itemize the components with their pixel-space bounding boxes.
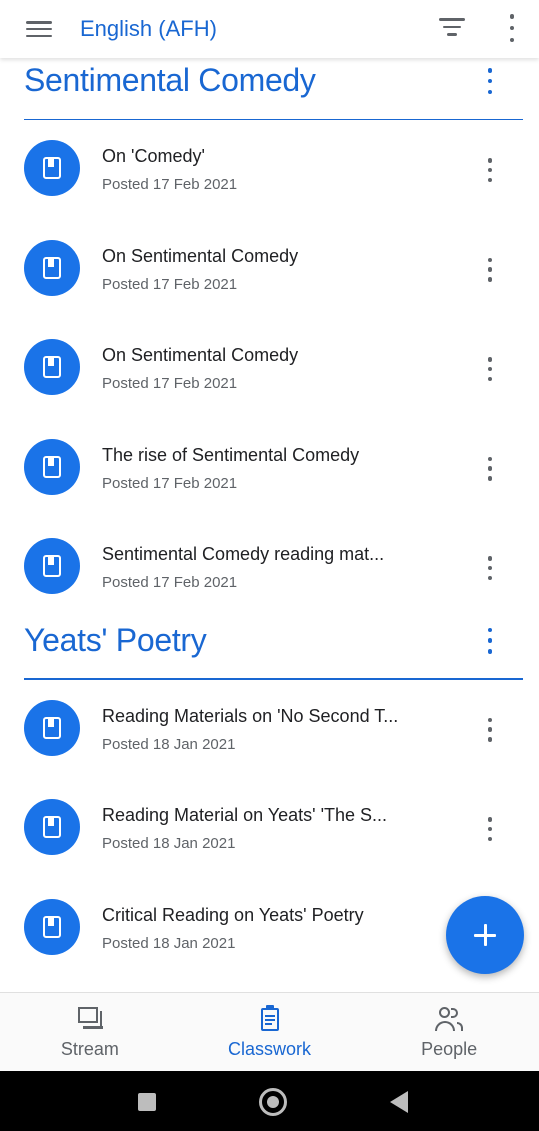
class-title: English (AFH) — [80, 16, 217, 41]
material-title: The rise of Sentimental Comedy — [102, 444, 360, 465]
topic-more-icon[interactable] — [483, 68, 497, 94]
system-navigation-bar — [0, 1071, 539, 1131]
material-date: Posted 18 Jan 2021 — [102, 835, 236, 852]
material-icon — [24, 799, 80, 855]
item-more-icon[interactable] — [483, 817, 497, 841]
material-date: Posted 17 Feb 2021 — [102, 176, 238, 193]
nav-stream[interactable]: Stream — [0, 993, 180, 1071]
filter-icon[interactable] — [438, 18, 466, 40]
material-title: On Sentimental Comedy — [102, 345, 299, 365]
material-title: Critical Reading on Yeats' Poetry — [102, 904, 364, 925]
topic-header: Yeats' Poetry — [0, 618, 539, 680]
material-date: Posted 18 Jan 2021 — [102, 735, 236, 753]
material-icon — [24, 140, 80, 196]
material-item[interactable]: Reading Materials on 'No Second T... Pos… — [0, 680, 539, 780]
topic-more-icon[interactable] — [483, 627, 497, 654]
item-more-icon[interactable] — [483, 456, 497, 481]
home-icon[interactable] — [259, 1088, 287, 1116]
more-vert-icon[interactable] — [505, 14, 519, 42]
recents-icon[interactable] — [138, 1093, 156, 1111]
item-more-icon[interactable] — [483, 158, 497, 182]
material-title: On Sentimental Comedy — [102, 245, 299, 266]
nav-classwork[interactable]: Classwork — [180, 993, 360, 1071]
nav-label: Classwork — [228, 1039, 312, 1059]
material-icon — [24, 898, 80, 955]
item-more-icon[interactable] — [483, 357, 497, 381]
material-icon — [24, 699, 80, 756]
material-item[interactable]: On Sentimental Comedy Posted 17 Feb 2021 — [0, 220, 539, 320]
material-icon — [24, 339, 80, 395]
material-date: Posted 17 Feb 2021 — [102, 275, 238, 293]
material-item[interactable]: Reading Material on Yeats' 'The S... Pos… — [0, 779, 539, 879]
back-icon[interactable] — [390, 1091, 408, 1113]
material-icon — [24, 239, 80, 296]
people-icon — [434, 1005, 464, 1033]
material-date: Posted 17 Feb 2021 — [102, 574, 238, 591]
material-item[interactable]: The rise of Sentimental Comedy Posted 17… — [0, 419, 539, 519]
material-title: Reading Material on Yeats' 'The S... — [102, 805, 388, 825]
nav-people[interactable]: People — [359, 993, 539, 1071]
nav-label: People — [421, 1039, 478, 1059]
material-icon — [24, 438, 80, 495]
material-title: Sentimental Comedy reading mat... — [102, 544, 385, 564]
material-item[interactable]: On 'Comedy' Posted 17 Feb 2021 — [0, 120, 539, 220]
material-item[interactable]: On Sentimental Comedy Posted 17 Feb 2021 — [0, 319, 539, 419]
topic-title: Sentimental Comedy — [24, 62, 316, 98]
material-title: On 'Comedy' — [102, 146, 205, 166]
stream-icon — [75, 1005, 105, 1033]
top-app-bar: English (AFH) — [0, 0, 539, 58]
material-date: Posted 18 Jan 2021 — [102, 934, 236, 952]
nav-label: Stream — [60, 1039, 119, 1059]
create-fab[interactable] — [446, 896, 524, 974]
material-date: Posted 17 Feb 2021 — [102, 474, 238, 492]
item-more-icon[interactable] — [483, 556, 497, 580]
menu-icon[interactable] — [26, 18, 56, 40]
material-icon — [24, 538, 80, 594]
material-item[interactable]: Sentimental Comedy reading mat... Posted… — [0, 518, 539, 618]
bottom-navigation: Stream Classwork People — [0, 992, 539, 1071]
item-more-icon[interactable] — [483, 717, 497, 742]
material-title: Reading Materials on 'No Second T... — [102, 705, 399, 726]
classwork-list[interactable]: Sentimental Comedy On 'Comedy' Posted 17… — [0, 58, 539, 992]
topic-title: Yeats' Poetry — [24, 621, 207, 658]
topic-header: Sentimental Comedy — [0, 58, 539, 120]
material-date: Posted 17 Feb 2021 — [102, 375, 238, 392]
plus-icon — [474, 924, 496, 946]
classwork-icon — [255, 1005, 285, 1033]
item-more-icon[interactable] — [483, 257, 497, 282]
